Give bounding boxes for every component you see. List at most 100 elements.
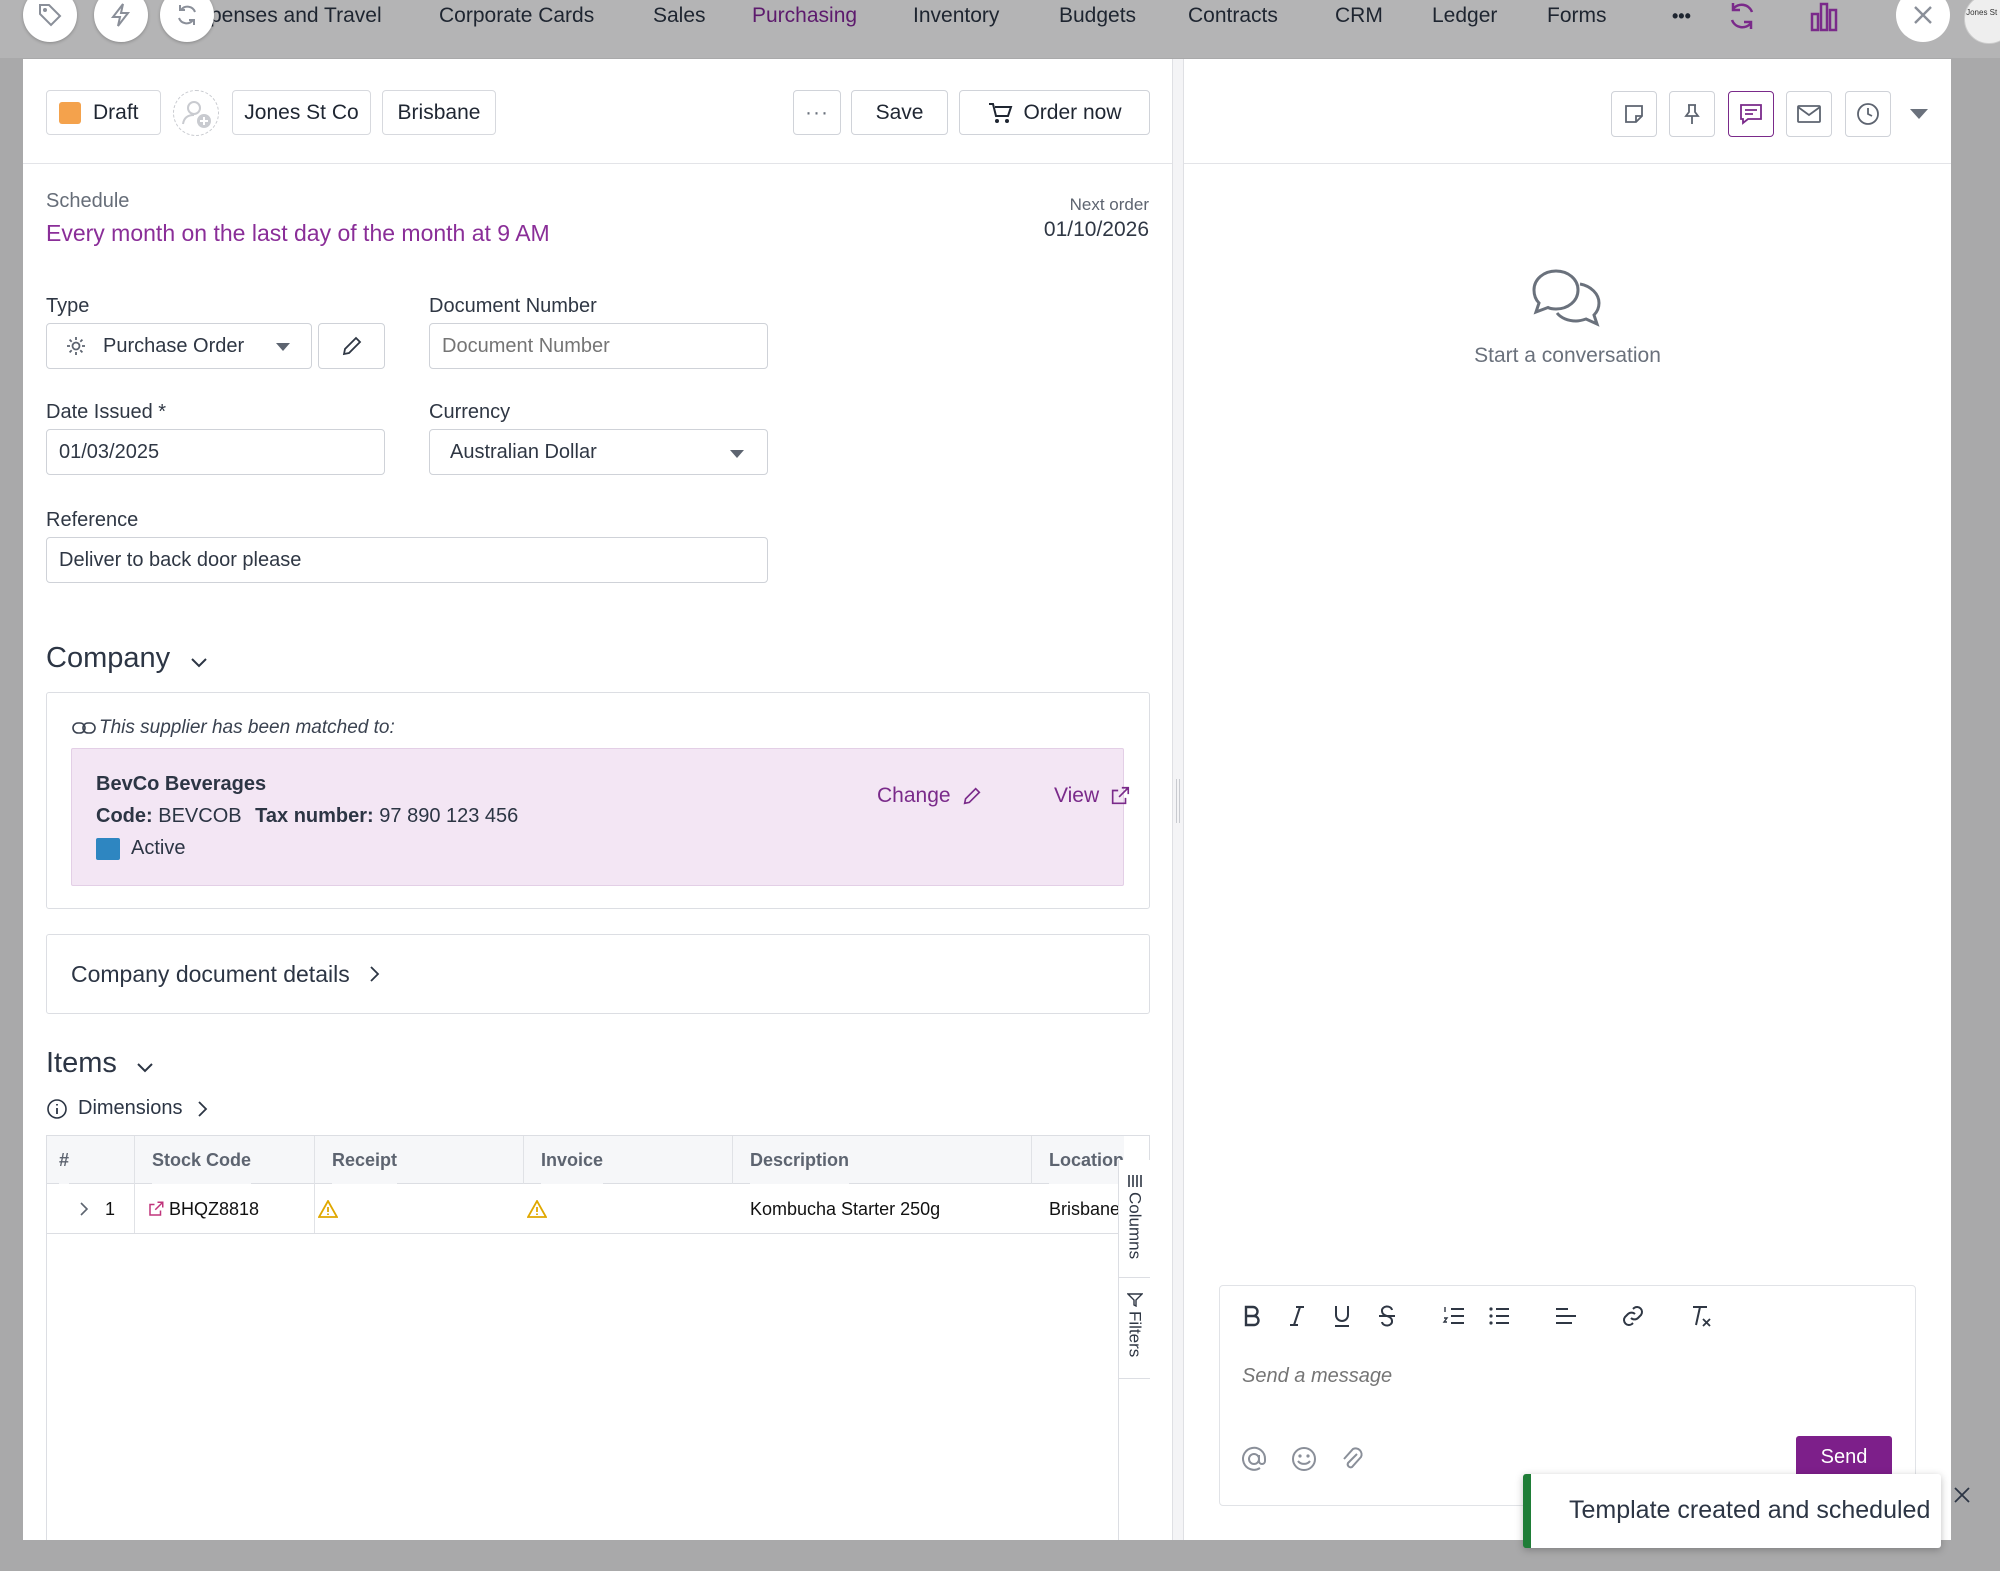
expand-row-icon[interactable] bbox=[79, 1201, 89, 1217]
document-number-input[interactable] bbox=[429, 323, 768, 369]
panel-resize-divider[interactable] bbox=[1172, 59, 1184, 1540]
underline-icon[interactable] bbox=[1332, 1304, 1352, 1328]
bold-icon[interactable] bbox=[1242, 1304, 1262, 1328]
matched-text: This supplier has been matched to: bbox=[99, 717, 395, 738]
currency-select[interactable]: Australian Dollar bbox=[429, 429, 768, 475]
align-left-icon[interactable] bbox=[1554, 1304, 1578, 1328]
nav-item-sales[interactable]: Sales bbox=[653, 4, 706, 28]
company-document-details[interactable]: Company document details bbox=[46, 934, 1150, 1014]
more-actions-button[interactable]: ··· bbox=[793, 90, 841, 135]
emoji-icon[interactable] bbox=[1290, 1445, 1318, 1478]
pencil-icon bbox=[342, 336, 361, 356]
column-header-receipt[interactable]: Receipt bbox=[332, 1136, 398, 1184]
column-header-location[interactable]: Location bbox=[1049, 1136, 1124, 1184]
pencil-icon bbox=[963, 787, 981, 805]
chat-tool-button[interactable] bbox=[1728, 91, 1774, 137]
dimensions-toggle[interactable]: Dimensions bbox=[46, 1097, 208, 1120]
status-label: Draft bbox=[93, 100, 139, 124]
nav-item-purchasing[interactable]: Purchasing bbox=[752, 4, 857, 28]
sync-icon[interactable] bbox=[1726, 0, 1758, 32]
stock-code-cell[interactable]: BHQZ8818 bbox=[169, 1185, 259, 1234]
avatar[interactable]: Jones St Co. bbox=[1964, 0, 2000, 44]
status-color-swatch bbox=[59, 101, 81, 124]
nav-item-ledger[interactable]: Ledger bbox=[1432, 4, 1497, 28]
column-divider bbox=[523, 1136, 524, 1184]
external-link-icon bbox=[1111, 786, 1130, 805]
pin-tool-button[interactable] bbox=[1669, 91, 1715, 137]
nav-item-corporate-cards[interactable]: Corporate Cards bbox=[439, 4, 594, 28]
location-chip[interactable]: Brisbane bbox=[382, 90, 496, 135]
nav-item-budgets[interactable]: Budgets bbox=[1059, 4, 1136, 28]
filters-tab-label: Filters bbox=[1125, 1311, 1145, 1358]
view-supplier-link[interactable]: View bbox=[1054, 784, 1131, 808]
resize-handle[interactable] bbox=[1176, 779, 1180, 823]
send-button[interactable]: Send bbox=[1796, 1436, 1892, 1478]
chevron-down-icon[interactable] bbox=[136, 1062, 154, 1074]
strikethrough-icon[interactable] bbox=[1377, 1304, 1397, 1328]
next-order-date: 01/10/2026 bbox=[1043, 218, 1149, 241]
column-header-stock-code[interactable]: Stock Code bbox=[152, 1136, 252, 1184]
supplier-match-card: BevCo Beverages Code: BEVCOB Tax number:… bbox=[71, 748, 1130, 886]
nav-item-contracts[interactable]: Contracts bbox=[1188, 4, 1278, 28]
supplier-name: BevCo Beverages bbox=[96, 773, 267, 795]
company-chip[interactable]: Jones St Co bbox=[232, 90, 371, 135]
type-select[interactable]: Purchase Order bbox=[46, 323, 312, 369]
sticky-note-icon bbox=[1625, 105, 1643, 123]
ordered-list-icon[interactable] bbox=[1442, 1304, 1466, 1328]
company-section-title[interactable]: Company bbox=[46, 642, 170, 675]
column-header-description[interactable]: Description bbox=[750, 1136, 850, 1184]
items-section-title[interactable]: Items bbox=[46, 1047, 117, 1080]
supplier-status: Active bbox=[96, 837, 185, 860]
purchase-order-modal: Draft Jones St Co Brisbane ··· Save Orde… bbox=[23, 59, 1951, 1540]
filters-panel-tab[interactable]: Filters bbox=[1119, 1279, 1150, 1379]
info-icon bbox=[47, 1098, 67, 1119]
bullet-list-icon[interactable] bbox=[1487, 1304, 1511, 1328]
date-issued-input[interactable]: 01/03/2025 bbox=[46, 429, 385, 475]
nav-more-button[interactable]: ••• bbox=[1672, 6, 1691, 27]
chevron-down-icon[interactable] bbox=[190, 657, 208, 669]
email-tool-button[interactable] bbox=[1786, 91, 1832, 137]
order-now-button[interactable]: Order now bbox=[959, 90, 1150, 135]
analytics-icon[interactable] bbox=[1808, 0, 1840, 32]
reference-input[interactable]: Deliver to back door please bbox=[46, 537, 768, 583]
table-side-tools: Columns Filters bbox=[1118, 1160, 1150, 1540]
clear-format-icon[interactable] bbox=[1689, 1304, 1713, 1328]
mention-icon[interactable] bbox=[1240, 1445, 1268, 1478]
save-button[interactable]: Save bbox=[851, 90, 948, 135]
nav-item-crm[interactable]: CRM bbox=[1335, 4, 1383, 28]
schedule-label: Schedule bbox=[46, 190, 130, 212]
status-swatch bbox=[96, 837, 120, 860]
schedule-text[interactable]: Every month on the last day of the month… bbox=[46, 220, 550, 247]
nav-item-expenses[interactable]: penses and Travel bbox=[210, 4, 382, 28]
nav-item-forms[interactable]: Forms bbox=[1547, 4, 1607, 28]
column-header-number[interactable]: # bbox=[59, 1136, 70, 1184]
message-input[interactable] bbox=[1242, 1361, 1882, 1391]
location-cell[interactable]: Brisbane bbox=[1049, 1185, 1118, 1234]
attachment-icon[interactable] bbox=[1340, 1445, 1364, 1478]
italic-icon[interactable] bbox=[1287, 1304, 1307, 1328]
notes-tool-button[interactable] bbox=[1611, 91, 1657, 137]
type-label: Type bbox=[46, 295, 90, 317]
edit-type-button[interactable] bbox=[318, 323, 385, 369]
description-cell[interactable]: Kombucha Starter 250g bbox=[750, 1185, 940, 1234]
close-icon[interactable] bbox=[1953, 1486, 1971, 1504]
add-assignee-button[interactable] bbox=[173, 90, 219, 136]
change-supplier-button[interactable]: Change bbox=[877, 784, 983, 808]
items-table: # Stock Code Receipt Invoice Description… bbox=[46, 1135, 1150, 1540]
caret-down-icon[interactable] bbox=[1909, 108, 1929, 120]
nav-item-inventory[interactable]: Inventory bbox=[913, 4, 999, 28]
header-divider bbox=[1184, 163, 1951, 164]
chevron-right-icon bbox=[370, 966, 379, 982]
column-header-invoice[interactable]: Invoice bbox=[541, 1136, 604, 1184]
change-label: Change bbox=[877, 784, 951, 807]
columns-panel-tab[interactable]: Columns bbox=[1119, 1160, 1150, 1278]
supplier-code-line: Code: BEVCOB Tax number: 97 890 123 456 bbox=[96, 805, 518, 828]
next-order-label: Next order bbox=[1069, 195, 1149, 214]
status-badge[interactable]: Draft bbox=[46, 90, 161, 135]
matched-note: This supplier has been matched to: bbox=[71, 717, 395, 739]
link-icon[interactable] bbox=[1621, 1304, 1645, 1328]
external-link-icon[interactable] bbox=[147, 1200, 165, 1218]
document-number-label: Document Number bbox=[429, 295, 597, 317]
message-composer: Send bbox=[1219, 1285, 1916, 1506]
history-tool-button[interactable] bbox=[1845, 91, 1891, 137]
